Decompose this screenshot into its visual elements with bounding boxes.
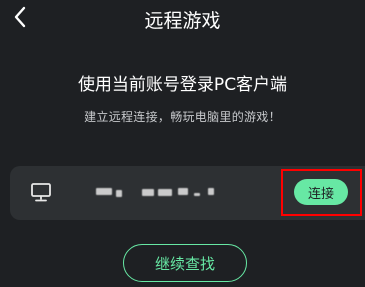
device-name-redacted [82,184,216,200]
login-subtitle: 建立远程连接，畅玩电脑里的游戏！ [84,110,281,124]
continue-search-button[interactable]: 继续查找 [123,244,247,282]
header-bar: 远程游戏 [0,0,365,36]
highlight-annotation [281,169,362,216]
login-heading: 使用当前账号登录PC客户端 [77,75,288,95]
page-title: 远程游戏 [144,10,221,32]
monitor-icon [31,183,51,202]
